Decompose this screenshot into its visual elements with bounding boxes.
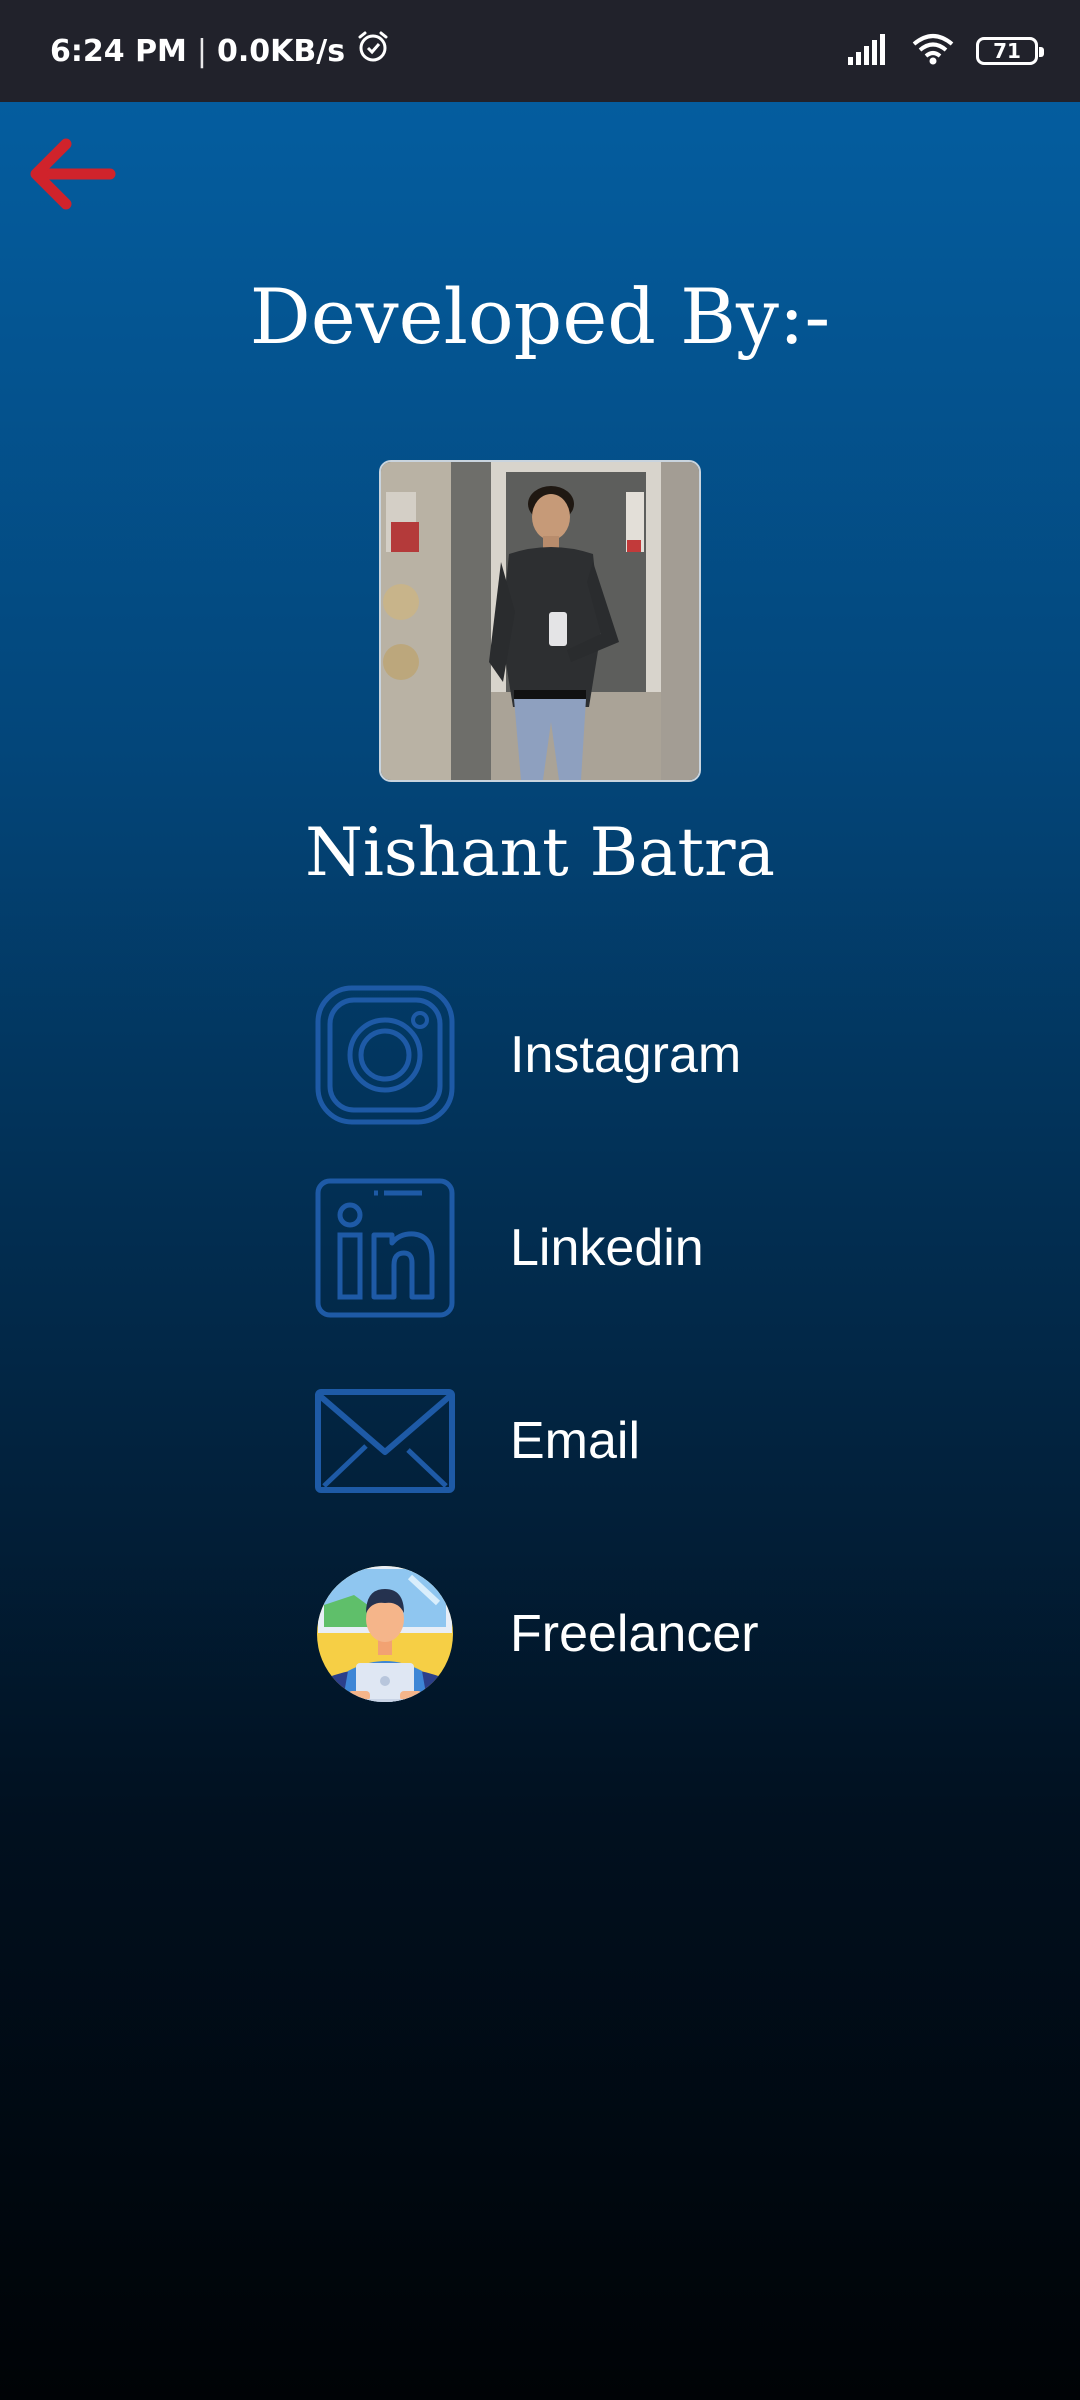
developer-name: Nishant Batra (305, 814, 775, 891)
instagram-icon (315, 985, 455, 1125)
battery-level: 71 (993, 39, 1021, 63)
email-label: Email (510, 1412, 641, 1470)
linkedin-link[interactable]: Linkedin (314, 1177, 834, 1319)
email-link[interactable]: Email (314, 1370, 834, 1512)
alarm-icon (355, 29, 391, 73)
status-time: 6:24 PM (50, 33, 187, 69)
freelancer-icon (317, 1566, 453, 1702)
status-net-speed: 0.0KB/s (217, 33, 346, 69)
developer-photo (379, 460, 701, 782)
status-separator: | (196, 33, 208, 69)
linkedin-icon (315, 1178, 455, 1318)
linkedin-label: Linkedin (510, 1219, 704, 1277)
freelancer-label: Freelancer (510, 1605, 759, 1663)
instagram-label: Instagram (510, 1026, 742, 1084)
back-arrow-icon (30, 138, 116, 210)
page-title: Developed By:- (249, 272, 831, 361)
signal-icon (848, 33, 890, 70)
freelancer-link[interactable]: Freelancer (314, 1563, 834, 1705)
email-icon (315, 1389, 455, 1493)
status-right: 71 (848, 0, 1044, 102)
back-button[interactable] (22, 132, 118, 216)
about-screen: Developed By:- Nishant Batra Instagram L… (0, 102, 1080, 2400)
wifi-icon (912, 33, 954, 70)
status-left: 6:24 PM | 0.0KB/s (50, 0, 391, 102)
battery-icon: 71 (976, 37, 1044, 65)
status-bar: 6:24 PM | 0.0KB/s 71 (0, 0, 1080, 102)
social-links-list: Instagram Linkedin Email Freelancer (314, 984, 834, 1756)
instagram-link[interactable]: Instagram (314, 984, 834, 1126)
